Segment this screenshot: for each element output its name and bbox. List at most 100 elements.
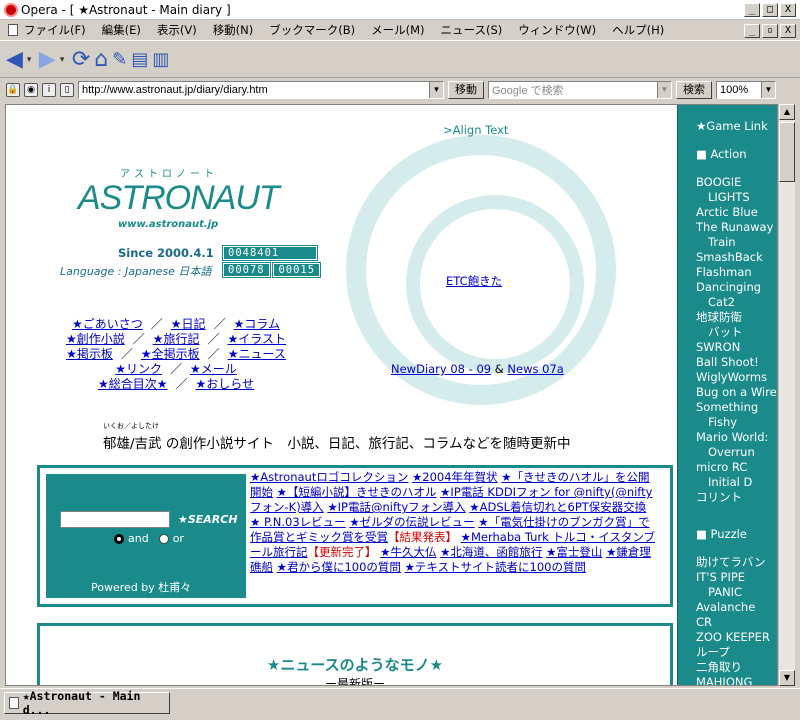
nav-bbs-link[interactable]: ★掲示板 bbox=[66, 347, 113, 361]
search-input[interactable]: Google で検索 ▼ bbox=[488, 81, 672, 99]
close-button[interactable]: X bbox=[780, 3, 796, 17]
nav-novel-link[interactable]: ★創作小説 bbox=[66, 332, 125, 346]
nav-link-link[interactable]: ★リンク bbox=[115, 362, 162, 376]
child-minimize-button[interactable]: _ bbox=[744, 24, 760, 38]
nav-mail-link[interactable]: ★メール bbox=[190, 362, 237, 376]
forward-icon[interactable]: ▶ bbox=[39, 47, 56, 72]
menu-edit[interactable]: 編集(E) bbox=[102, 22, 141, 38]
sidebar-item[interactable]: MAHJONG bbox=[678, 675, 777, 685]
vertical-scrollbar[interactable]: ▲ ▼ bbox=[778, 104, 795, 686]
news-link[interactable]: ★ADSL着信切れと6PT保安器交換 bbox=[469, 500, 646, 514]
align-text-link[interactable]: >Align Text bbox=[443, 123, 508, 137]
sidebar-item[interactable]: 二角取り bbox=[678, 660, 777, 675]
reload-icon[interactable]: ⟳ bbox=[72, 47, 90, 72]
nav-notice-link[interactable]: ★おしらせ bbox=[196, 377, 255, 391]
sidebar-item[interactable]: コリント bbox=[678, 490, 777, 505]
nav-allbbs-link[interactable]: ★全掲示板 bbox=[141, 347, 200, 361]
zoom-select[interactable]: 100% ▼ bbox=[716, 81, 776, 99]
news-link[interactable]: ★テキストサイト読者に100の質問 bbox=[405, 560, 586, 574]
sidebar-item[interactable]: PANIC bbox=[678, 585, 777, 600]
minimize-button[interactable]: _ bbox=[744, 3, 760, 17]
back-icon[interactable]: ◀ bbox=[6, 47, 23, 72]
news-link[interactable]: ★IP電話@niftyフォン導入 bbox=[327, 500, 465, 514]
sidebar-item[interactable]: Ball Shoot! bbox=[678, 355, 777, 370]
news-link[interactable]: ★ P.N.03レビュー bbox=[250, 515, 346, 529]
sidebar-item[interactable]: Train bbox=[678, 235, 777, 250]
sidebar-item[interactable]: The Runaway bbox=[678, 220, 777, 235]
menu-help[interactable]: ヘルプ(H) bbox=[612, 22, 664, 38]
child-close-button[interactable]: X bbox=[780, 24, 796, 38]
scroll-thumb[interactable] bbox=[779, 122, 795, 182]
menu-mail[interactable]: メール(M) bbox=[371, 22, 424, 38]
address-input[interactable]: http://www.astronaut.jp/diary/diary.htm … bbox=[78, 81, 444, 99]
sidebar-item[interactable]: ループ bbox=[678, 645, 777, 660]
news-link[interactable]: ★牛久大仏 bbox=[380, 545, 436, 559]
chevron-down-icon[interactable]: ▼ bbox=[657, 82, 671, 98]
sidebar-item[interactable]: IT'S PIPE bbox=[678, 570, 777, 585]
menu-bookmarks[interactable]: ブックマーク(B) bbox=[269, 22, 355, 38]
sidebar-item[interactable]: Avalanche bbox=[678, 600, 777, 615]
camera-icon[interactable]: ◉ bbox=[24, 83, 38, 97]
sidebar-item[interactable]: 助けてラバン bbox=[678, 555, 777, 570]
sidebar-item[interactable]: SWRON bbox=[678, 340, 777, 355]
hotlist-icon[interactable]: ✎ bbox=[112, 48, 127, 72]
sidebar-item[interactable]: BOOGIE bbox=[678, 175, 777, 190]
news-link[interactable]: ★2004年年賀状 bbox=[412, 470, 498, 484]
site-search-button[interactable]: ★SEARCH bbox=[178, 513, 238, 526]
sidebar-item[interactable]: Flashman bbox=[678, 265, 777, 280]
menu-view[interactable]: 表示(V) bbox=[157, 22, 197, 38]
news07-link[interactable]: News 07a bbox=[507, 362, 563, 376]
sidebar-item[interactable]: Bug on a Wire bbox=[678, 385, 777, 400]
menu-navigate[interactable]: 移動(N) bbox=[213, 22, 254, 38]
page-tab[interactable]: ★Astronaut - Main d... bbox=[4, 689, 170, 717]
sidebar-item[interactable]: LIGHTS bbox=[678, 190, 777, 205]
nav-index-link[interactable]: ★総合目次★ bbox=[98, 377, 168, 391]
child-restore-button[interactable]: ▫ bbox=[762, 24, 778, 38]
menu-news[interactable]: ニュース(S) bbox=[441, 22, 503, 38]
etc-link[interactable]: ETC飽きた bbox=[446, 273, 502, 289]
site-search-input[interactable] bbox=[60, 511, 170, 528]
sidebar-item[interactable]: Dancinging bbox=[678, 280, 777, 295]
sidebar-item[interactable]: WiglyWorms bbox=[678, 370, 777, 385]
news-link[interactable]: ★北海道、函館旅行 bbox=[440, 545, 542, 559]
forward-history-icon[interactable]: ▾ bbox=[60, 55, 68, 65]
go-button[interactable]: 移動 bbox=[448, 81, 484, 99]
chevron-down-icon[interactable]: ▼ bbox=[761, 82, 775, 98]
sidebar-item[interactable]: ZOO KEEPER bbox=[678, 630, 777, 645]
sidebar-item[interactable]: 地球防衛 bbox=[678, 310, 777, 325]
news-link[interactable]: ★Astronautロゴコレクション bbox=[250, 470, 408, 484]
chevron-down-icon[interactable]: ▼ bbox=[429, 82, 443, 98]
nav-news-link[interactable]: ★ニュース bbox=[228, 347, 286, 361]
news-link[interactable]: ★【短編小説】きせきのハオル bbox=[277, 485, 437, 499]
menu-window[interactable]: ウィンドウ(W) bbox=[518, 22, 596, 38]
sidebar-item[interactable]: SmashBack bbox=[678, 250, 777, 265]
sidebar-item[interactable]: Fishy bbox=[678, 415, 777, 430]
sidebar-item[interactable]: Cat2 bbox=[678, 295, 777, 310]
sidebar-item[interactable]: バット bbox=[678, 325, 777, 340]
home-icon[interactable]: ⌂ bbox=[94, 47, 108, 72]
sidebar-item[interactable]: Initial D bbox=[678, 475, 777, 490]
sidebar-item[interactable]: Mario World: bbox=[678, 430, 777, 445]
newdiary-link[interactable]: NewDiary 08 - 09 bbox=[391, 362, 491, 376]
news-link[interactable]: ★君から僕に100の質問 bbox=[277, 560, 401, 574]
radio-and[interactable] bbox=[114, 533, 124, 544]
radio-or[interactable] bbox=[158, 533, 169, 544]
page-icon[interactable]: ▥ bbox=[152, 48, 169, 72]
news-link[interactable]: ★富士登山 bbox=[546, 545, 602, 559]
search-button[interactable]: 検索 bbox=[676, 81, 712, 99]
scroll-down-button[interactable]: ▼ bbox=[779, 670, 795, 686]
nav-travel-link[interactable]: ★旅行記 bbox=[153, 332, 200, 346]
sidebar-item[interactable]: Arctic Blue bbox=[678, 205, 777, 220]
nav-greeting-link[interactable]: ★ごあいさつ bbox=[72, 317, 143, 331]
nav-diary-link[interactable]: ★日記 bbox=[171, 317, 206, 331]
sidebar-item[interactable]: Overrun bbox=[678, 445, 777, 460]
sidebar-item[interactable]: micro RC bbox=[678, 460, 777, 475]
page-info-icon[interactable]: ▯ bbox=[60, 83, 74, 97]
sidebar-item[interactable]: Something bbox=[678, 400, 777, 415]
scroll-up-button[interactable]: ▲ bbox=[779, 104, 795, 120]
menu-file[interactable]: ファイル(F) bbox=[24, 22, 86, 38]
nav-illust-link[interactable]: ★イラスト bbox=[228, 332, 287, 346]
maximize-button[interactable]: □ bbox=[762, 3, 778, 17]
news-link[interactable]: ★ゼルダの伝説レビュー bbox=[349, 515, 474, 529]
nav-column-link[interactable]: ★コラム bbox=[234, 317, 280, 331]
